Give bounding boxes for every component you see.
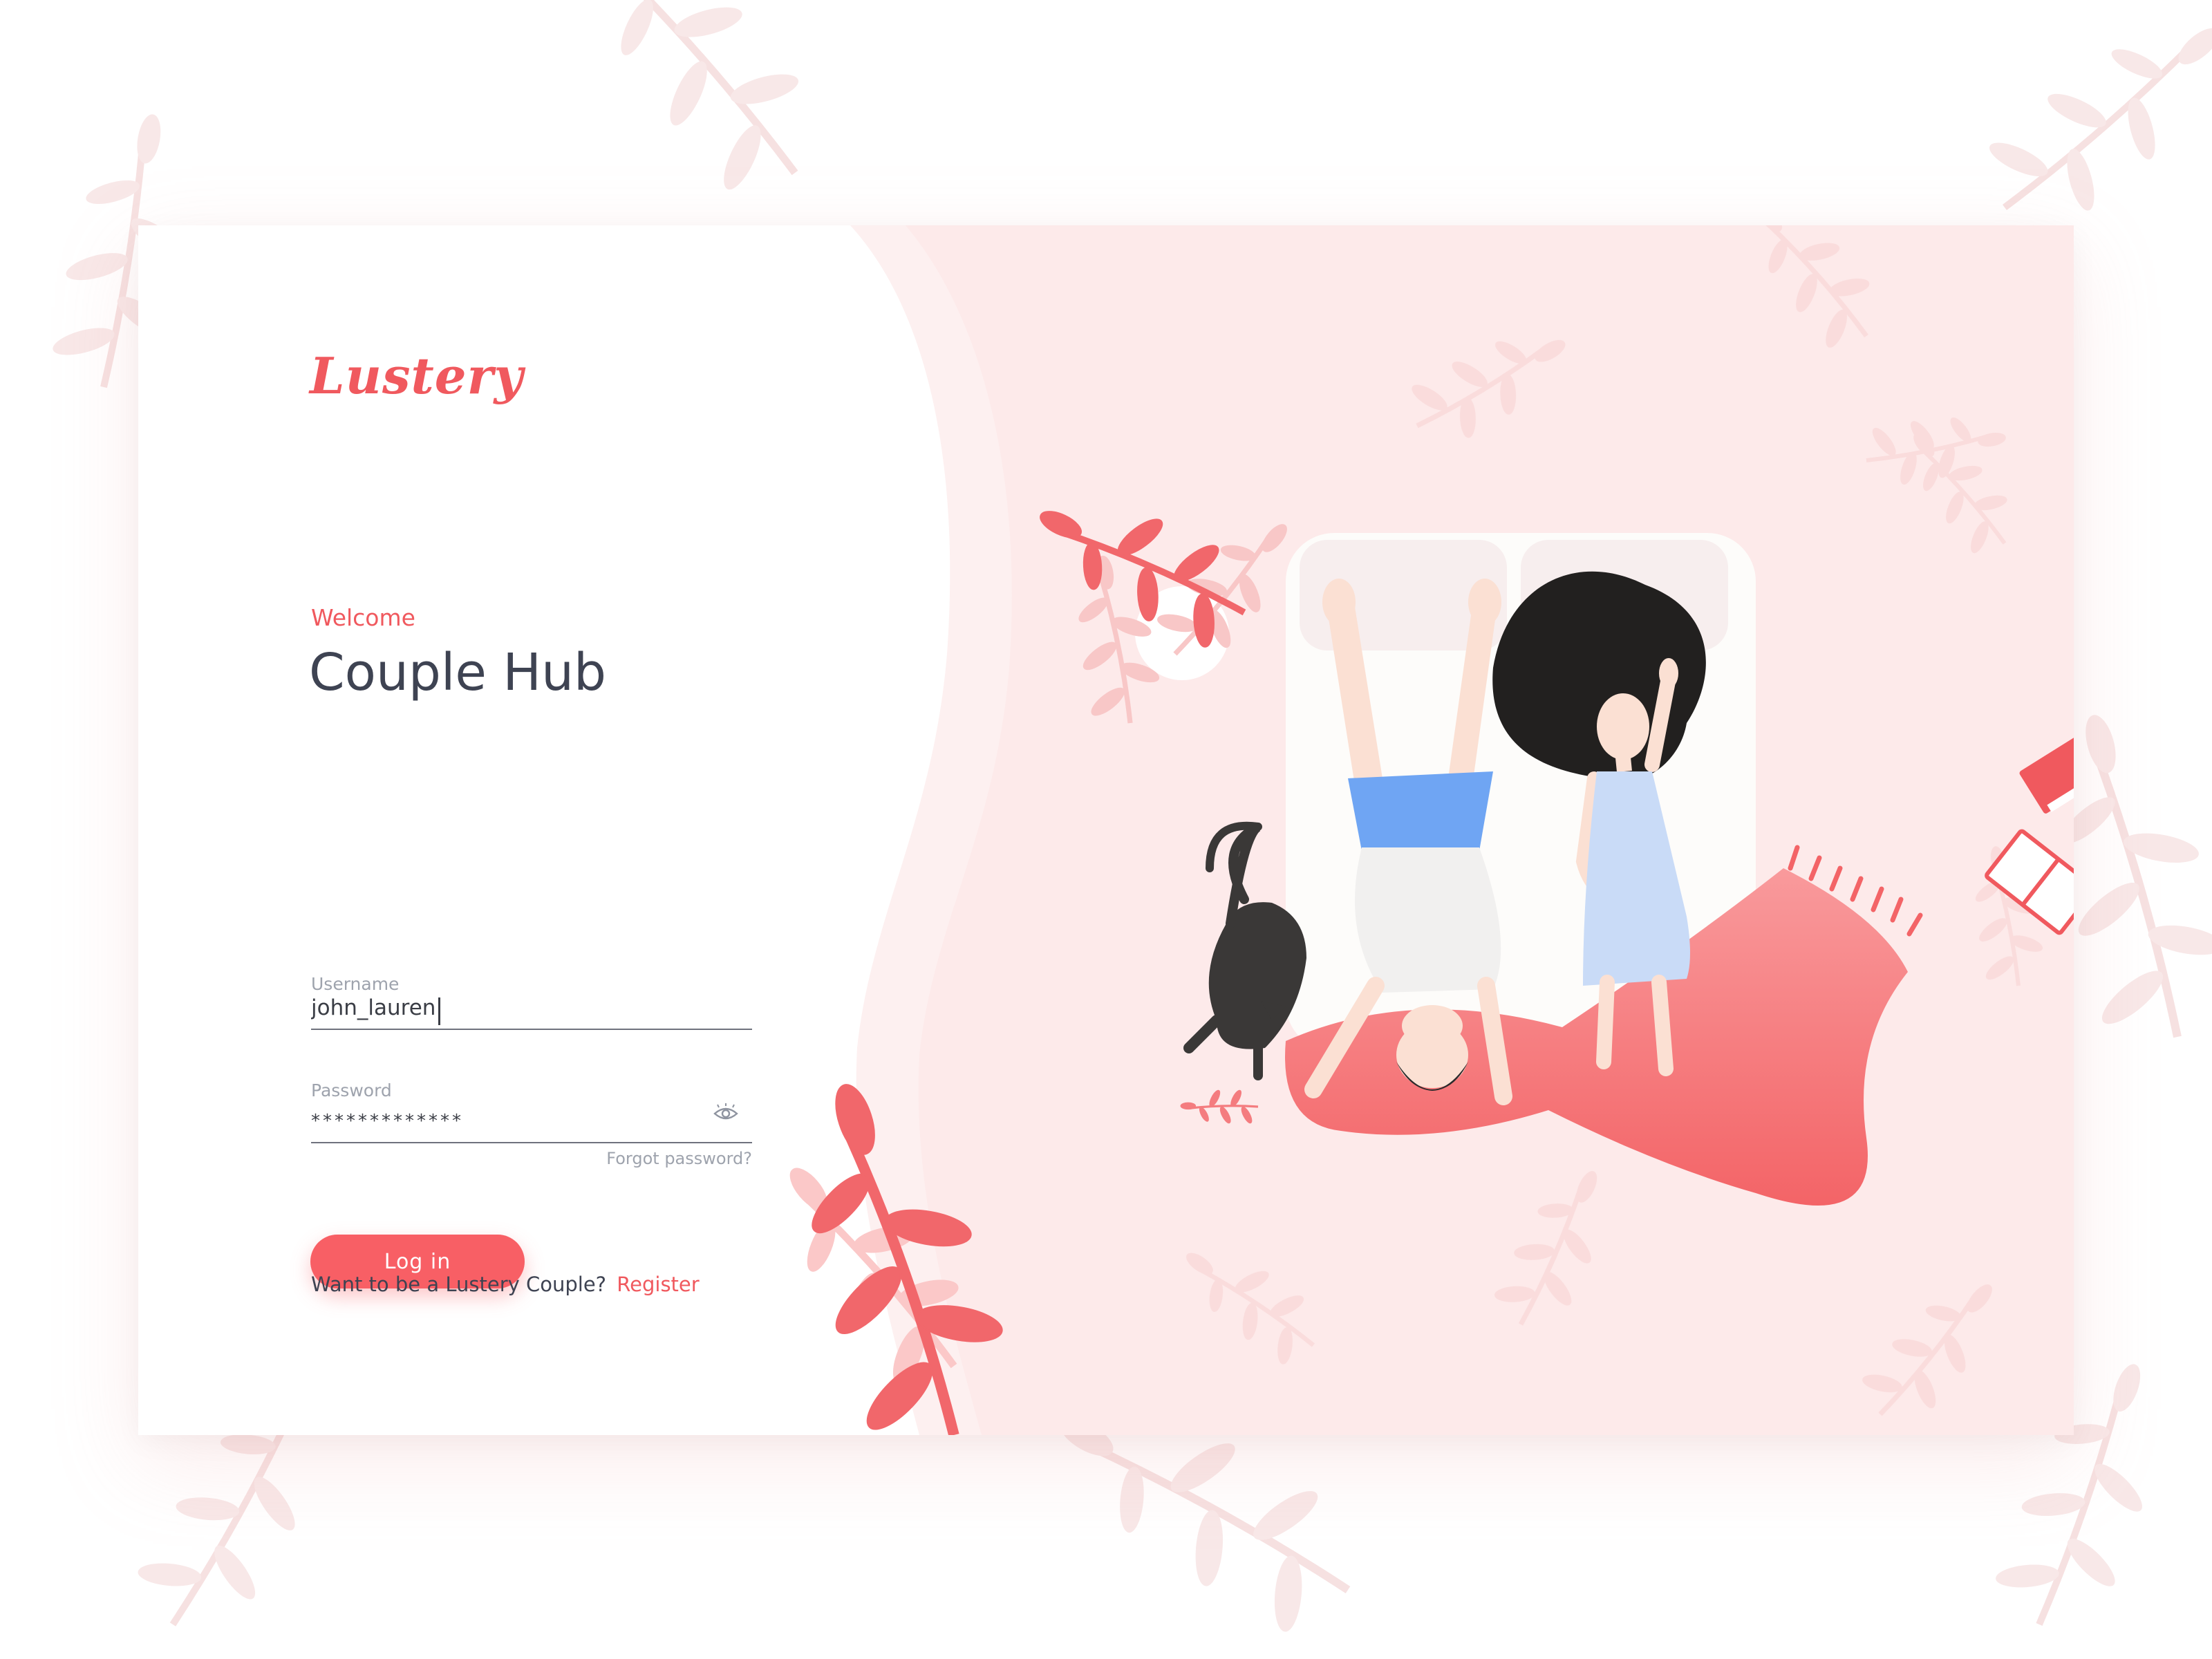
password-label: Password [311, 1080, 392, 1100]
forgot-password-link[interactable]: Forgot password? [603, 1149, 752, 1168]
eye-icon[interactable] [713, 1103, 738, 1124]
login-card: Lustery Welcome Couple Hub Username Pass… [138, 225, 2074, 1435]
login-form: Lustery Welcome Couple Hub Username Pass… [138, 225, 1037, 1435]
page-title: Couple Hub [309, 643, 606, 702]
books-illustration [1985, 729, 2074, 935]
brand-logo: Lustery [310, 346, 524, 405]
register-prompt-text: Want to be a Lustery Couple? [311, 1273, 607, 1296]
welcome-text: Welcome [311, 604, 415, 631]
username-input[interactable] [311, 987, 752, 1030]
register-link[interactable]: Register [617, 1273, 699, 1296]
register-prompt: Want to be a Lustery Couple? Register [311, 1273, 700, 1296]
password-input[interactable] [311, 1100, 752, 1143]
text-cursor [438, 997, 440, 1025]
